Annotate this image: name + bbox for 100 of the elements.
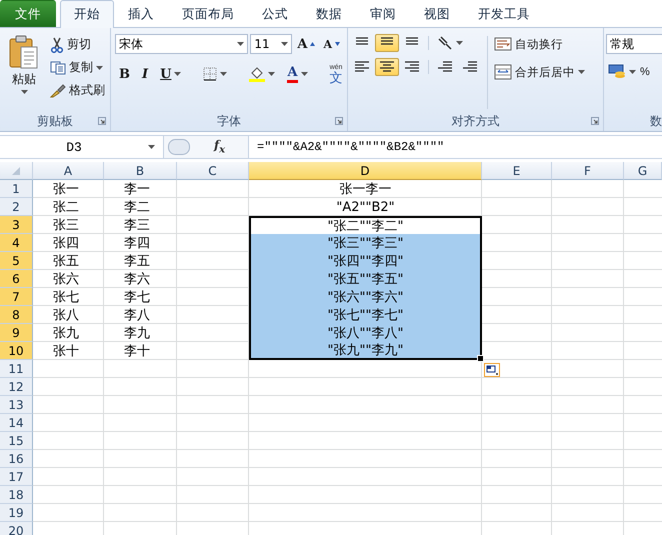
column-header[interactable]: C — [177, 162, 249, 180]
italic-button[interactable]: I — [138, 64, 152, 84]
table-cell-text: 张九 — [52, 325, 80, 342]
table-cell-text: 张七 — [52, 289, 80, 306]
table-cell-text: 张四 — [52, 235, 80, 252]
column-header[interactable]: B — [104, 162, 177, 180]
caret-icon — [237, 42, 244, 46]
caret-icon — [20, 90, 28, 94]
row-header[interactable]: 9 — [0, 324, 33, 342]
table-cell: "张八""李八" — [249, 324, 482, 342]
align-right-icon — [404, 60, 420, 74]
caret-icon — [300, 72, 308, 76]
column-header[interactable]: A — [33, 162, 104, 180]
table-cell: "张九""李九" — [249, 342, 482, 360]
column-header[interactable]: D — [249, 162, 482, 180]
number-format-field[interactable]: 常规 — [606, 34, 662, 54]
file-menu-tab[interactable]: 文件 — [0, 0, 56, 27]
fill-handle[interactable] — [477, 355, 484, 362]
column-header[interactable]: F — [552, 162, 624, 180]
table-cell-text: 李九 — [123, 325, 151, 342]
table-cell-text: 李一 — [123, 181, 151, 198]
bold-button[interactable]: B — [115, 64, 134, 84]
row-header[interactable]: 6 — [0, 270, 33, 288]
cut-button[interactable]: 剪切 — [46, 34, 109, 55]
row-header[interactable]: 18 — [0, 486, 33, 504]
percent-button[interactable]: % — [638, 65, 652, 79]
table-cell-text: 李七 — [123, 289, 151, 306]
ribbon-tab[interactable]: 视图 — [410, 0, 464, 27]
font-size-field[interactable]: 11 — [250, 34, 292, 54]
splitter-handle-icon[interactable] — [168, 139, 190, 155]
copy-button[interactable]: 复制 — [46, 57, 109, 78]
table-cell-text: 张一李一 — [338, 181, 392, 198]
down-arrow-icon — [335, 42, 340, 46]
row-header[interactable]: 1 — [0, 180, 33, 198]
format-painter-button[interactable]: 格式刷 — [46, 80, 109, 101]
table-cell: "张七""李七" — [249, 306, 482, 324]
row-header[interactable]: 3 — [0, 216, 33, 234]
row-header[interactable]: 19 — [0, 504, 33, 522]
table-cell-text: 张一 — [52, 181, 80, 198]
row-header[interactable]: 17 — [0, 468, 33, 486]
formula-field[interactable]: =""""&A2&""""&""""&B2&"""" — [249, 140, 444, 154]
row-header[interactable]: 12 — [0, 378, 33, 396]
caret-icon — [578, 70, 585, 74]
brush-icon — [50, 84, 66, 98]
row-header[interactable]: 11 — [0, 360, 33, 378]
table-cell: "张五""李五" — [249, 270, 482, 288]
ribbon-tab[interactable]: 开发工具 — [464, 0, 544, 27]
insert-function-button[interactable]: f$_{x}$ — [214, 138, 226, 156]
caret-icon — [174, 72, 182, 76]
align-center-icon — [379, 60, 395, 74]
dialog-launcher-icon[interactable] — [98, 117, 106, 125]
row-header[interactable]: 20 — [0, 522, 33, 535]
font-color-button[interactable]: A — [283, 63, 312, 85]
row-header[interactable]: 5 — [0, 252, 33, 270]
table-cell-text: 张三 — [52, 217, 80, 234]
table-cell: "张三""李三" — [249, 234, 482, 252]
row-header[interactable]: 14 — [0, 414, 33, 432]
grow-font-button[interactable]: A — [294, 36, 318, 52]
paste-options-icon[interactable] — [484, 363, 500, 377]
row-header[interactable]: 2 — [0, 198, 33, 216]
merge-center-button[interactable]: 合并后居中 — [493, 62, 586, 82]
caret-icon — [456, 41, 463, 45]
ribbon-tab[interactable]: 公式 — [248, 0, 302, 27]
clipboard-icon — [9, 35, 39, 69]
column-header[interactable]: G — [624, 162, 662, 180]
caret-icon — [220, 72, 228, 76]
caret-icon — [268, 72, 276, 76]
table-cell-text: 张二 — [52, 199, 80, 216]
row-header[interactable]: 4 — [0, 234, 33, 252]
row-header[interactable]: 8 — [0, 306, 33, 324]
ribbon-tab[interactable]: 审阅 — [356, 0, 410, 27]
paste-button[interactable]: 粘贴 — [4, 34, 44, 111]
underline-button[interactable]: U — [156, 64, 186, 84]
outdent-icon — [437, 60, 453, 74]
center-button[interactable] — [375, 58, 399, 76]
row-header[interactable]: 15 — [0, 432, 33, 450]
table-cell-text: 李八 — [123, 307, 151, 324]
table-cell: "张二""李二" — [249, 216, 482, 234]
shrink-font-button[interactable]: A — [320, 36, 343, 52]
font-name-field[interactable]: 宋体 — [115, 34, 248, 54]
row-header[interactable]: 10 — [0, 342, 33, 360]
ribbon-tab[interactable]: 页面布局 — [168, 0, 248, 27]
table-cell: "张六""李六" — [249, 288, 482, 306]
column-header[interactable]: E — [482, 162, 552, 180]
wrap-text-button[interactable]: 自动换行 — [493, 34, 586, 54]
row-header[interactable]: 13 — [0, 396, 33, 414]
scissors-icon — [50, 36, 64, 52]
table-cell: "张四""李四" — [249, 252, 482, 270]
dialog-launcher-icon[interactable] — [591, 117, 599, 125]
ribbon-tab[interactable]: 开始 — [60, 0, 114, 28]
row-header[interactable]: 7 — [0, 288, 33, 306]
angled-pen-icon — [437, 36, 453, 50]
dialog-launcher-icon[interactable] — [335, 117, 343, 125]
row-header[interactable]: 16 — [0, 450, 33, 468]
middle-align-button[interactable] — [375, 34, 399, 52]
table-cell-text: 张八 — [52, 307, 80, 324]
ribbon-tab[interactable]: 数据 — [302, 0, 356, 27]
ribbon-tab[interactable]: 插入 — [114, 0, 168, 27]
caret-icon — [96, 66, 103, 70]
caret-icon — [629, 70, 636, 74]
